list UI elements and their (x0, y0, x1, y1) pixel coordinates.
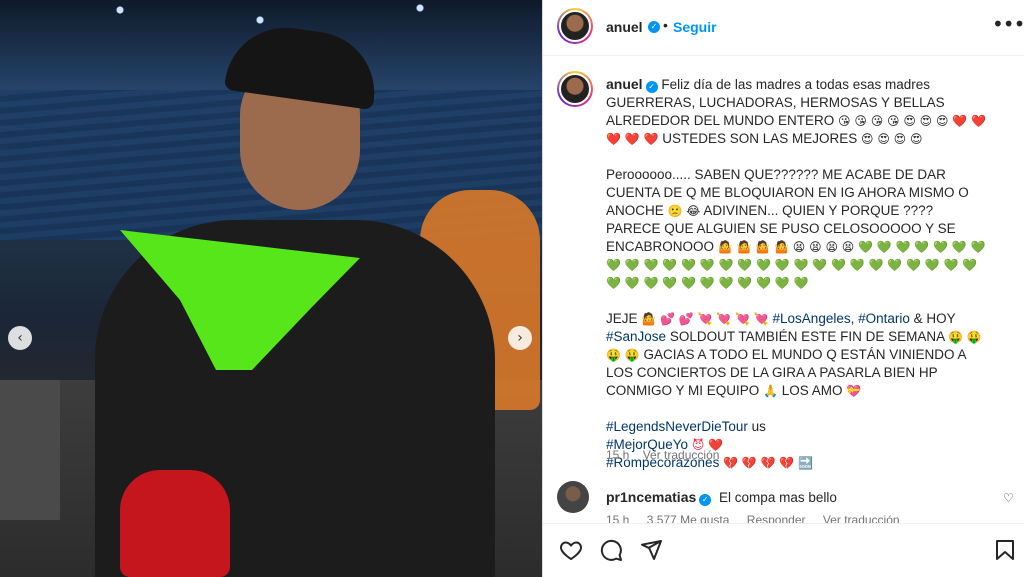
post-photo[interactable]: ‹ › (0, 0, 542, 577)
hashtag-link[interactable]: #LosAngeles (773, 311, 851, 326)
caption-emojis: 💝 (846, 384, 862, 398)
more-options-icon[interactable]: ••• (992, 12, 1024, 36)
verified-icon: ✓ (645, 81, 658, 93)
caption-emojis: 🤷 💕 💕 💘 💘 💘 💘 (641, 312, 769, 326)
caption-emojis: 😍 😍 😍 😍 (861, 132, 923, 146)
post-panel: anuel ✓ • Seguir ••• anuel ✓ Feliz día de… (542, 0, 1024, 577)
share-send-icon[interactable] (639, 538, 663, 562)
red-mask (120, 470, 230, 577)
caption-emojis: 😘 😘 😘 😘 😍 😍 😍 (838, 114, 949, 128)
caption-emojis: 💔 💔 💔 💔 🔜 (723, 456, 814, 470)
caption-avatar[interactable] (557, 71, 593, 107)
author-avatar[interactable] (557, 8, 593, 44)
comment-bubble-icon[interactable] (599, 538, 623, 562)
caption-meta: 15 h Ver traducción (606, 448, 729, 462)
caption-text: USTEDES SON LAS MEJORES (662, 131, 858, 146)
carousel-next-button[interactable]: › (508, 326, 532, 350)
author-username[interactable]: anuel (606, 19, 643, 35)
caption-text: & HOY (913, 311, 956, 326)
caption-text: SOLDOUT TAMBIÉN ESTE FIN DE SEMANA (669, 329, 945, 344)
hashtag-link[interactable]: #LegendsNeverDieTour (606, 419, 748, 434)
comment-like-heart-icon[interactable]: ♡ (1003, 491, 1014, 505)
verified-icon: ✓ (699, 494, 712, 506)
follow-button[interactable]: Seguir (673, 19, 717, 35)
action-bar (543, 523, 1024, 577)
commenter-avatar[interactable] (557, 481, 589, 513)
verified-icon: ✓ (648, 21, 660, 33)
hashtag-link[interactable]: #Ontario (858, 311, 910, 326)
caption-text: us (751, 419, 766, 434)
caption-text: LOS AMO (781, 383, 843, 398)
caption-username[interactable]: anuel (606, 76, 643, 92)
see-translation-link[interactable]: Ver traducción (823, 513, 900, 523)
separator-dot: • (663, 17, 668, 33)
comment-time: 15 h (606, 513, 630, 523)
see-translation-link[interactable]: Ver traducción (643, 448, 720, 462)
caption-emojis: 🤷 🤷 🤷 🤷 😫 😫 😫 😫 (717, 240, 855, 254)
road-case (0, 380, 60, 520)
caption-text: JEJE (606, 311, 638, 326)
post-header: anuel ✓ • Seguir ••• (543, 0, 1024, 56)
caption-text: , (850, 311, 855, 326)
comments-area[interactable]: anuel ✓ Feliz día de las madres a todas e… (543, 57, 1024, 523)
hashtag-link[interactable]: #SanJose (606, 329, 666, 344)
reply-button[interactable]: Responder (747, 513, 806, 523)
caption: anuel ✓ Feliz día de las madres a todas e… (606, 75, 991, 472)
caption-emojis: 🙏 (763, 384, 778, 398)
comment-text: El compa mas bello (719, 490, 837, 505)
save-bookmark-icon[interactable] (993, 538, 1017, 562)
like-heart-icon[interactable] (559, 538, 583, 562)
post-time: 15 h (606, 448, 630, 462)
comment: pr1ncematias ✓ El compa mas bello (606, 489, 837, 506)
caption-emojis: 🙁 😂 (667, 204, 701, 218)
comment-meta: 15 h 3.577 Me gusta Responder Ver traduc… (606, 513, 914, 523)
commenter-username[interactable]: pr1ncematias (606, 489, 696, 505)
carousel-prev-button[interactable]: ‹ (8, 326, 32, 350)
comment-likes[interactable]: 3.577 Me gusta (647, 513, 730, 523)
